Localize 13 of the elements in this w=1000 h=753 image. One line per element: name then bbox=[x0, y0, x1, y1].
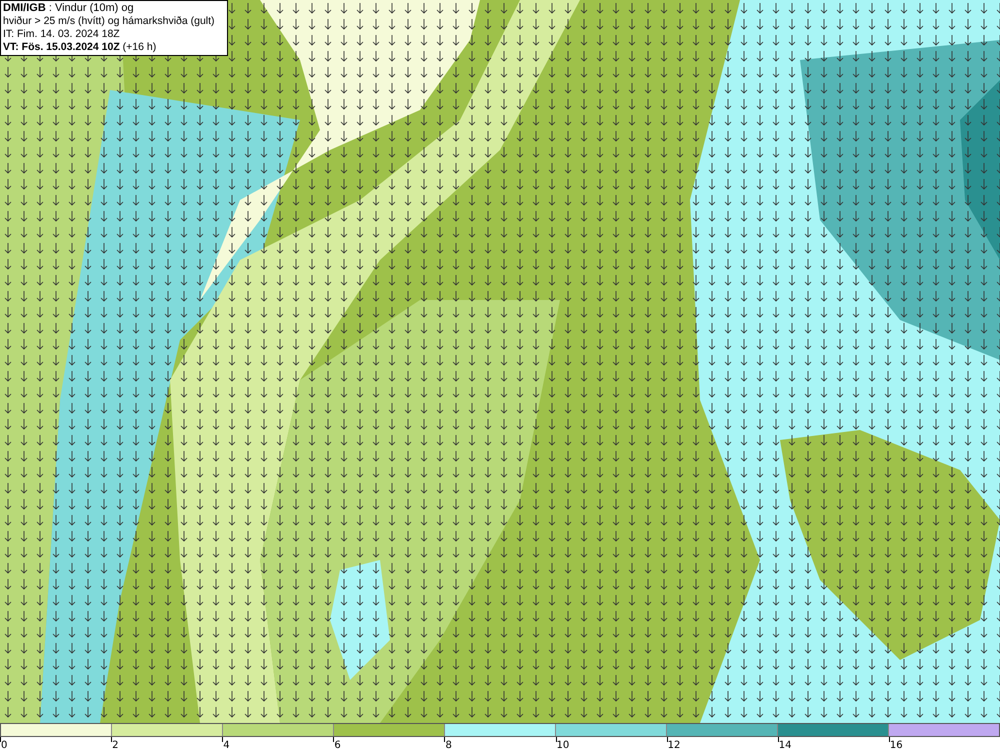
info-text: VT: Fös. 15.03.2024 10Z (+16 h) bbox=[3, 41, 158, 54]
legend-label: 4 bbox=[223, 740, 230, 752]
info-text: DMI/IGB : Vindur (10m) og bbox=[3, 2, 135, 15]
legend-label: 2 bbox=[112, 740, 118, 752]
legend-label: 14 bbox=[778, 740, 792, 752]
legend-label: 10 bbox=[556, 740, 570, 752]
legend-label: 0 bbox=[1, 740, 8, 752]
info-text: hviður > 25 m/s (hvítt) og hámarkshviða (gult) bbox=[3, 15, 216, 28]
legend-label: 8 bbox=[445, 740, 452, 752]
info-text: IT: Fim. 14. 03. 2024 18Z bbox=[3, 28, 121, 41]
legend-label: 12 bbox=[668, 740, 680, 752]
legend-label: 6 bbox=[334, 740, 341, 752]
legend-label: 16 bbox=[890, 740, 903, 752]
